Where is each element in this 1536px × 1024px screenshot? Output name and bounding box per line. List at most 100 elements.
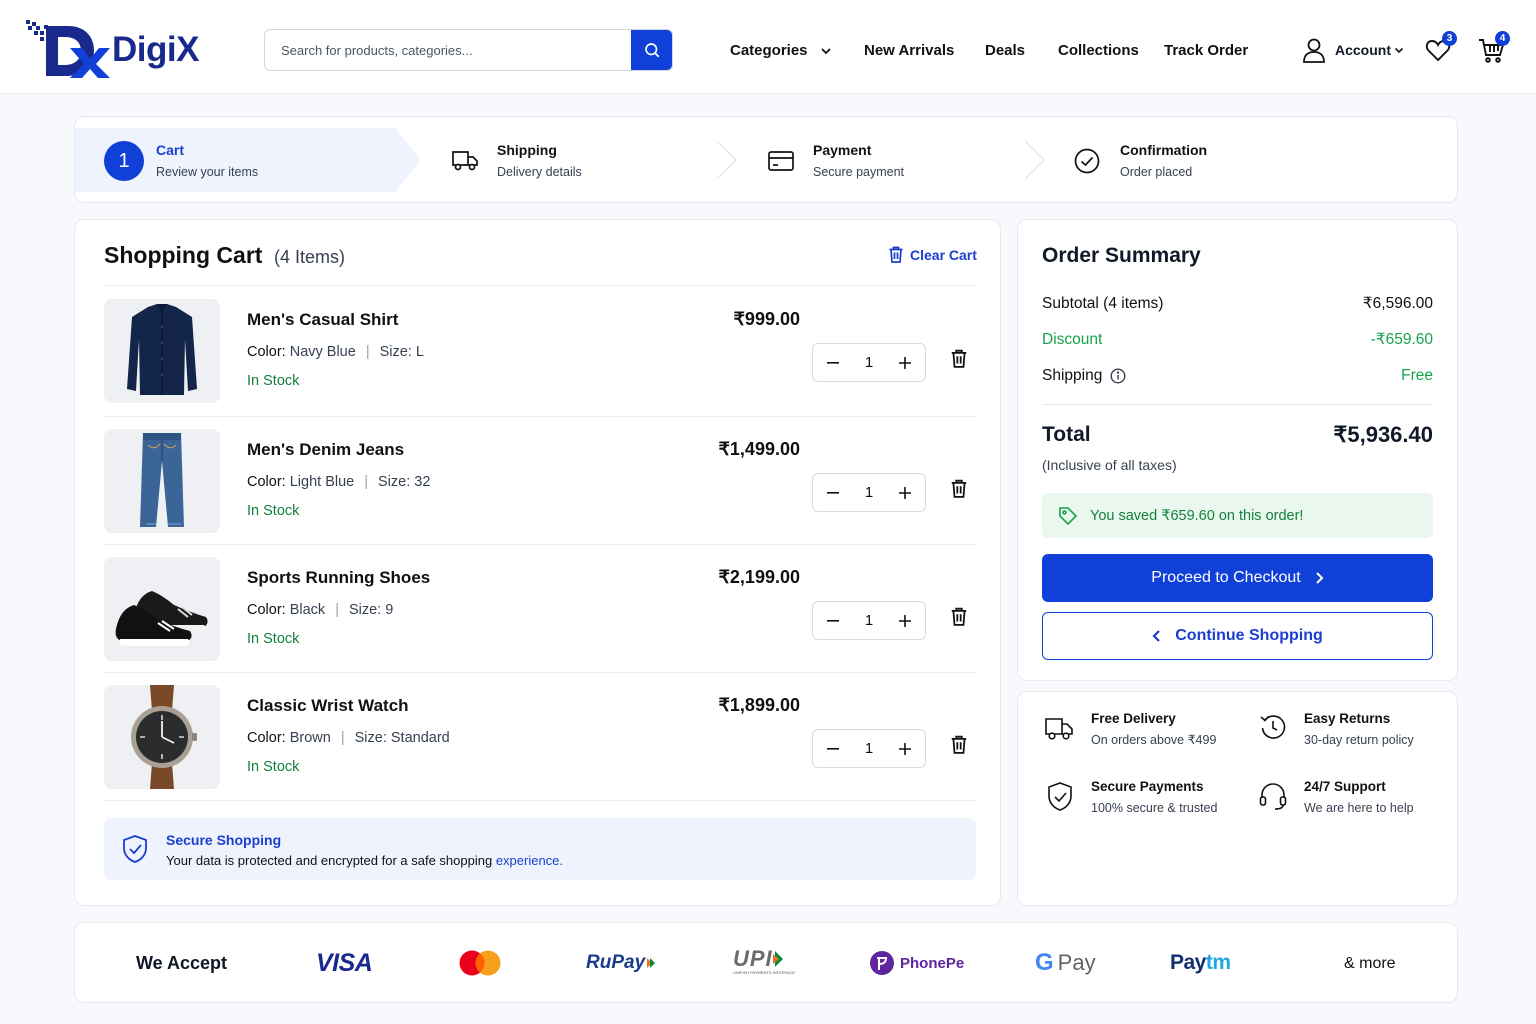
rupay-text: RuPay (586, 952, 646, 973)
decrease-quantity-button[interactable] (823, 611, 843, 631)
item-color: Light Blue (289, 474, 355, 490)
phonepe-icon (870, 951, 894, 975)
features-panel (1017, 691, 1458, 906)
chevron-down-icon (1394, 47, 1404, 53)
shield-check-icon (123, 835, 147, 863)
nav-categories[interactable]: Categories (730, 41, 832, 61)
clear-cart-button[interactable]: Clear Cart (888, 246, 977, 263)
watch-image[interactable] (104, 685, 220, 789)
subtotal-label: Subtotal (4 items) (1042, 295, 1164, 312)
upi-text: UPI (733, 946, 773, 971)
color-key: Color: (247, 474, 286, 490)
cart-item: Men's Denim Jeans Color: Light Blue | Size… (104, 429, 976, 535)
step-cart-subtitle: Review your items (156, 165, 259, 179)
divider (104, 285, 976, 286)
chevron-down-icon (820, 48, 831, 55)
order-summary-title: Order Summary (1042, 244, 1201, 267)
minus-icon (827, 491, 839, 494)
step-confirmation-title[interactable]: Confirmation (1120, 141, 1207, 159)
truck-icon (1045, 718, 1073, 740)
stock-status: In Stock (247, 373, 300, 389)
item-price: ₹999.00 (733, 309, 800, 329)
item-attributes: Color: Light Blue | Size: 32 (247, 474, 431, 490)
cart-title: Shopping Cart (104, 242, 263, 268)
minus-icon (827, 361, 839, 364)
item-attributes: Color: Brown | Size: Standard (247, 730, 450, 746)
size-key: Size: (379, 344, 412, 360)
feature-title: Secure Payments (1091, 779, 1204, 794)
search-input[interactable] (265, 30, 633, 70)
increase-quantity-button[interactable] (895, 483, 915, 503)
nav-deals[interactable]: Deals (985, 41, 1025, 61)
account-menu[interactable]: Account (1302, 37, 1404, 63)
jeans-image[interactable] (104, 429, 220, 533)
brand-name[interactable]: DigiX (112, 30, 199, 70)
nav-new-arrivals[interactable]: New Arrivals (864, 41, 954, 61)
feature-subtitle: 30-day return policy (1304, 733, 1414, 747)
item-name[interactable]: Men's Casual Shirt (247, 309, 398, 331)
quantity-value[interactable]: 1 (865, 354, 873, 371)
continue-shopping-button[interactable]: Continue Shopping (1042, 612, 1433, 660)
cart-button[interactable]: 4 (1478, 31, 1510, 64)
secure-shopping-title: Secure Shopping (166, 832, 282, 848)
mastercard-logo (458, 948, 502, 978)
stock-status: In Stock (247, 503, 300, 519)
more-payments-label: & more (1344, 955, 1396, 972)
decrease-quantity-button[interactable] (823, 483, 843, 503)
step-cart-title[interactable]: Cart (156, 141, 184, 159)
visa-text: VISA (316, 948, 373, 977)
feature-subtitle: On orders above ₹499 (1091, 733, 1217, 747)
remove-item-button[interactable] (950, 607, 968, 626)
step-separator-chevron-icon (1024, 140, 1046, 180)
secure-shopping-link[interactable]: experience. (496, 853, 563, 868)
cart-item-count: (4 Items) (274, 247, 346, 267)
wishlist-button[interactable]: 3 (1425, 31, 1457, 62)
return-icon (1260, 715, 1286, 739)
quantity-stepper: 1 (812, 473, 926, 512)
brand-logo-icon[interactable] (24, 18, 110, 78)
decrease-quantity-button[interactable] (823, 353, 843, 373)
visa-logo: VISA (316, 948, 373, 978)
paytm-text-b: tm (1205, 951, 1231, 974)
remove-item-button[interactable] (950, 349, 968, 368)
step-shipping-title[interactable]: Shipping (497, 141, 557, 159)
user-icon (1303, 38, 1325, 63)
item-name[interactable]: Classic Wrist Watch (247, 695, 409, 717)
item-name[interactable]: Men's Denim Jeans (247, 439, 404, 461)
item-color: Brown (289, 730, 331, 746)
nav-track-order[interactable]: Track Order (1164, 41, 1248, 61)
secure-shopping-description: Your data is protected and encrypted for… (166, 853, 493, 868)
shirt-image[interactable] (104, 299, 220, 403)
info-icon[interactable] (1110, 368, 1126, 384)
item-price: ₹2,199.00 (718, 567, 800, 587)
item-color: Black (289, 602, 326, 618)
paytm-text-a: Pay (1170, 951, 1206, 974)
step-payment-title[interactable]: Payment (813, 141, 871, 159)
item-size: L (415, 344, 424, 360)
search-button[interactable] (631, 30, 672, 70)
nav-collections[interactable]: Collections (1058, 41, 1139, 61)
step-payment-subtitle: Secure payment (813, 165, 905, 179)
proceed-to-checkout-button[interactable]: Proceed to Checkout (1042, 554, 1433, 602)
plus-icon (899, 356, 911, 369)
increase-quantity-button[interactable] (895, 611, 915, 631)
search-bar (264, 29, 673, 71)
increase-quantity-button[interactable] (895, 739, 915, 759)
secure-shopping-text: Your data is protected and encrypted for… (166, 852, 563, 869)
upi-subtext: UNIFIED PAYMENTS INTERFACE (733, 970, 796, 975)
item-name[interactable]: Sports Running Shoes (247, 567, 430, 589)
decrease-quantity-button[interactable] (823, 739, 843, 759)
remove-item-button[interactable] (950, 479, 968, 498)
increase-quantity-button[interactable] (895, 353, 915, 373)
color-key: Color: (247, 344, 286, 360)
total-value: ₹5,936.40 (1333, 422, 1433, 447)
remove-item-button[interactable] (950, 735, 968, 754)
item-size: 32 (414, 474, 431, 490)
quantity-value[interactable]: 1 (865, 740, 873, 757)
cart-item: Classic Wrist Watch Color: Brown | Size: S… (104, 685, 976, 791)
quantity-value[interactable]: 1 (865, 612, 873, 629)
shoes-image[interactable] (104, 557, 220, 661)
divider (1042, 404, 1433, 405)
item-size: Standard (390, 730, 450, 746)
quantity-value[interactable]: 1 (865, 484, 873, 501)
